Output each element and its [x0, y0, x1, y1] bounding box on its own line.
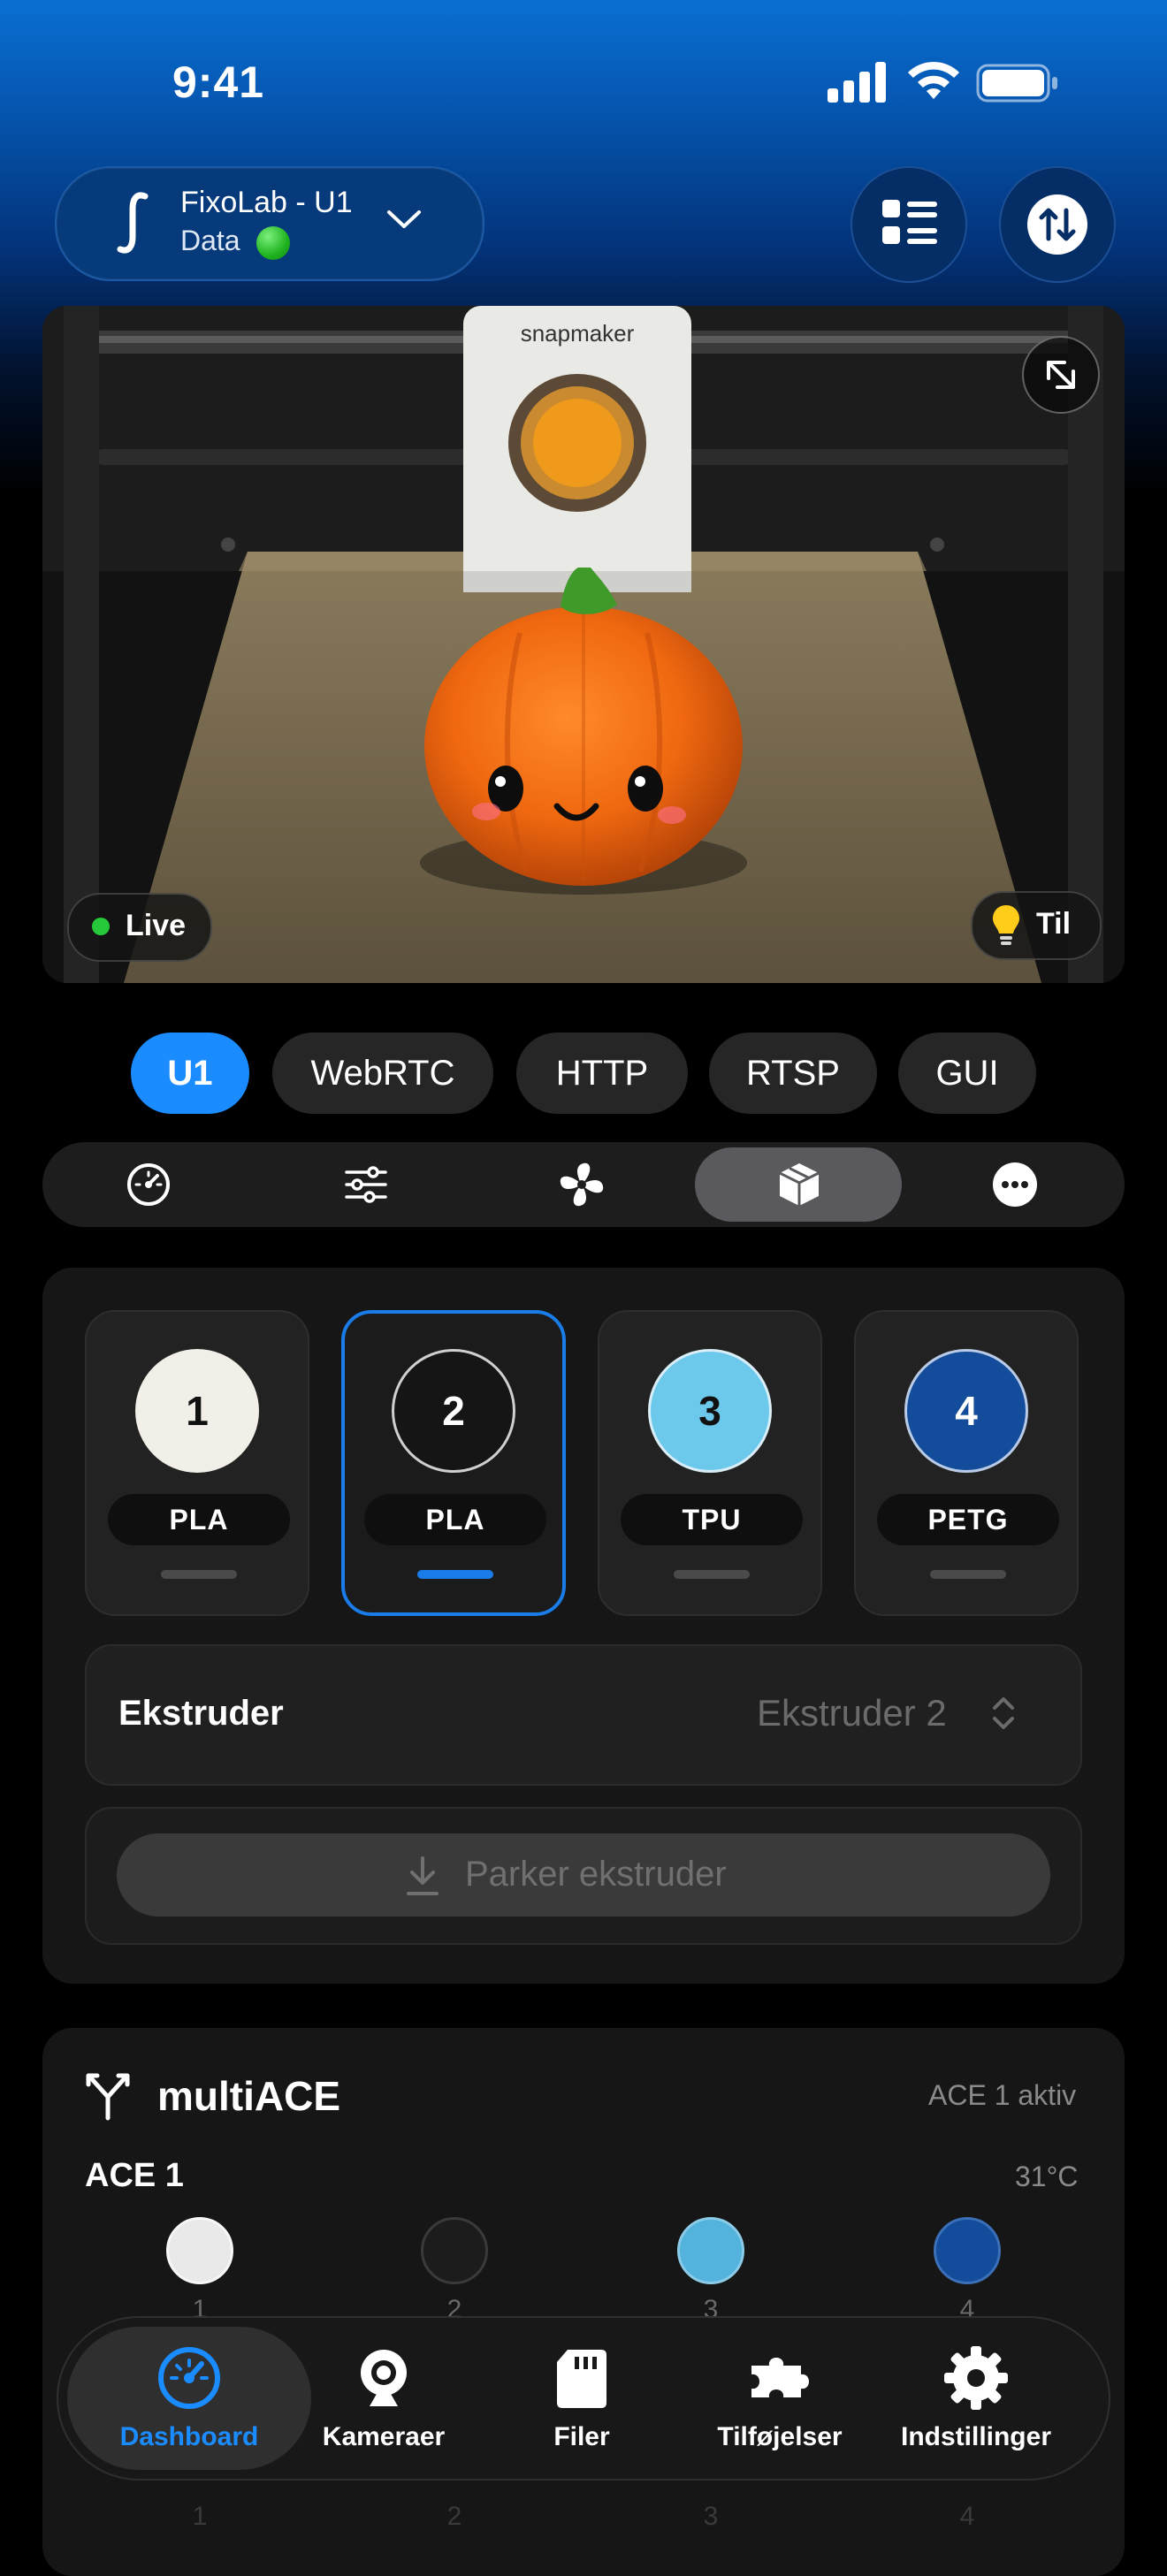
ace-slot-1-color[interactable] — [166, 2217, 233, 2284]
extruder-slot-2[interactable]: 2 PLA — [341, 1310, 566, 1616]
tab-settings-label: Indstillinger — [900, 2422, 1051, 2451]
list-view-button[interactable] — [850, 166, 967, 283]
live-label: Live — [126, 909, 187, 942]
extruder-label: Ekstruder — [118, 1694, 284, 1733]
fan-icon[interactable] — [557, 1160, 606, 1209]
slot-indicator-bar — [161, 1570, 237, 1579]
tab-plugins[interactable]: Tilføjelser — [683, 2341, 877, 2465]
tab-cameras[interactable]: Kameraer — [286, 2341, 481, 2465]
stream-tab-webrtc[interactable]: WebRTC — [272, 1033, 493, 1114]
stream-tab-http[interactable]: HTTP — [516, 1033, 688, 1114]
integral-logo-icon — [117, 192, 149, 254]
slot-indicator-bar — [674, 1570, 750, 1579]
svg-text:snapmaker: snapmaker — [521, 320, 635, 347]
sliders-icon[interactable] — [341, 1160, 391, 1209]
ace-slot-3-color[interactable] — [677, 2217, 744, 2284]
download-arrow-icon — [407, 1856, 439, 1895]
park-extruder-label: Parker ekstruder — [465, 1855, 727, 1894]
ace-slot-1-number-faint: 1 — [192, 2502, 208, 2531]
slot-material-label: PLA — [108, 1494, 290, 1545]
puzzle-icon — [751, 2358, 809, 2397]
more-icon[interactable] — [990, 1160, 1040, 1209]
gear-icon — [944, 2346, 1008, 2410]
live-indicator-dot — [92, 918, 110, 935]
fork-arrow-icon — [86, 2073, 130, 2121]
slot-color-circle: 2 — [392, 1349, 515, 1473]
status-time: 9:41 — [172, 57, 265, 107]
slot-material-label: PETG — [877, 1494, 1059, 1545]
tab-dashboard-label: Dashboard — [119, 2422, 259, 2451]
extruder-slot-3[interactable]: 3 TPU — [598, 1310, 822, 1616]
slot-color-circle: 4 — [904, 1349, 1028, 1473]
wifi-icon — [908, 61, 959, 99]
slot-color-circle: 3 — [648, 1349, 772, 1473]
chevron-up-down-icon — [993, 1697, 1014, 1729]
tab-settings[interactable]: Indstillinger — [879, 2341, 1073, 2465]
camera-feed[interactable]: snapmaker — [42, 306, 1125, 983]
cellular-signal-icon — [828, 62, 886, 103]
multiace-title: multiACE — [157, 2073, 340, 2119]
list-icon — [882, 200, 937, 244]
multiace-status: ACE 1 aktiv — [928, 2079, 1077, 2111]
light-bulb-icon — [993, 905, 1019, 945]
expand-icon — [1047, 361, 1075, 389]
ace-slot-2-number-faint: 2 — [446, 2502, 462, 2531]
extruder-slot-1[interactable]: 1 PLA — [85, 1310, 309, 1616]
stream-tab-rtsp[interactable]: RTSP — [709, 1033, 877, 1114]
extruder-slot-4[interactable]: 4 PETG — [854, 1310, 1079, 1616]
printer-name: FixoLab - U1 — [180, 186, 353, 219]
connection-status-dot — [256, 226, 290, 260]
battery-icon — [976, 64, 1057, 103]
tab-dashboard[interactable]: Dashboard — [92, 2341, 286, 2465]
gauge-icon — [158, 2347, 220, 2409]
stream-tab-gui[interactable]: GUI — [898, 1033, 1036, 1114]
slot-indicator-bar — [930, 1570, 1006, 1579]
gauge-icon[interactable] — [124, 1160, 173, 1209]
printer-data-label: Data — [180, 225, 240, 256]
stream-tab-u1[interactable]: U1 — [131, 1033, 249, 1114]
webcam-icon — [361, 2350, 407, 2406]
tab-files-label: Filer — [553, 2422, 610, 2451]
ace-unit-name: ACE 1 — [85, 2157, 184, 2194]
swap-arrows-icon — [1027, 194, 1087, 255]
slot-indicator-bar — [417, 1570, 493, 1579]
ace-slot-4-number-faint: 4 — [959, 2502, 975, 2531]
slot-material-label: TPU — [621, 1494, 803, 1545]
tab-files[interactable]: Filer — [484, 2341, 679, 2465]
chevron-down-icon — [387, 210, 421, 228]
ace-temperature: 31°C — [1015, 2161, 1079, 2192]
slot-color-circle: 1 — [135, 1349, 259, 1473]
extruder-value[interactable]: Ekstruder 2 — [757, 1692, 947, 1734]
slot-material-label: PLA — [364, 1494, 546, 1545]
ace-slot-3-number-faint: 3 — [703, 2502, 719, 2531]
box-icon[interactable] — [774, 1160, 824, 1209]
printer-camera-image: snapmaker — [42, 306, 1125, 983]
transfer-button[interactable] — [999, 166, 1116, 283]
tab-plugins-label: Tilføjelser — [717, 2422, 843, 2451]
tab-cameras-label: Kameraer — [322, 2422, 446, 2451]
fullscreen-button[interactable] — [1022, 336, 1100, 414]
ace-slot-4-color[interactable] — [934, 2217, 1001, 2284]
sd-card-icon — [557, 2350, 606, 2408]
light-label: Til — [1036, 907, 1072, 941]
ace-slot-2-color[interactable] — [421, 2217, 488, 2284]
